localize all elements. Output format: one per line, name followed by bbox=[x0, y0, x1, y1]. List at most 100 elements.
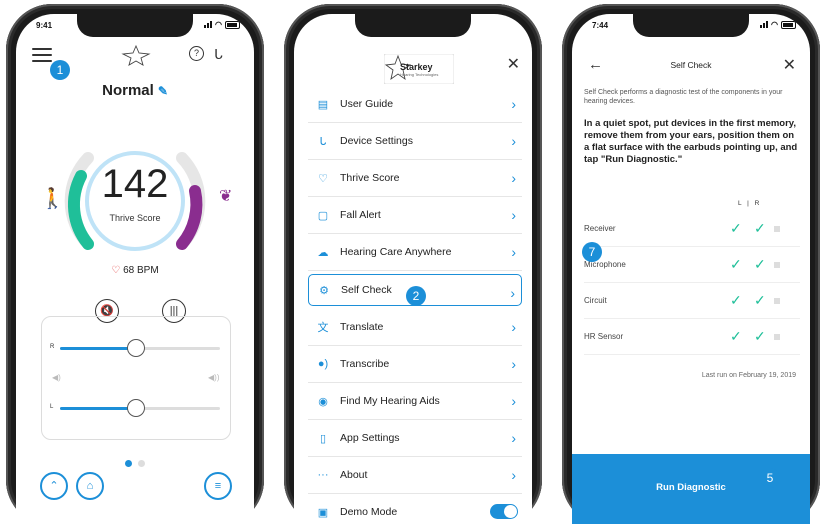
menu-item-app-settings[interactable]: ▯ App Settings › bbox=[308, 420, 522, 457]
battery-icon bbox=[225, 20, 240, 29]
menu-item-demo-mode[interactable]: ▣ Demo Mode bbox=[308, 494, 522, 526]
menu-item-label: Self Check bbox=[341, 284, 392, 296]
chevron-right-icon: › bbox=[511, 467, 516, 483]
chevron-right-icon: › bbox=[511, 207, 516, 223]
list-icon[interactable]: ≡ bbox=[204, 472, 232, 500]
page-title: Self Check bbox=[670, 60, 712, 70]
hearing-aid-icon[interactable]: ᒐ bbox=[214, 46, 223, 63]
menu-icon[interactable] bbox=[32, 48, 52, 62]
intro-text: Self Check performs a diagnostic test of… bbox=[584, 89, 783, 105]
battery-icon bbox=[781, 20, 796, 29]
phone-menu: Starkey Hearing Technologies ✕ ▤ User Gui… bbox=[284, 4, 542, 526]
menu-item-label: Hearing Care Anywhere bbox=[340, 246, 452, 258]
menu-item-device-settings[interactable]: ᒐ Device Settings › bbox=[308, 123, 522, 160]
menu-item-transcribe[interactable]: ●) Transcribe › bbox=[308, 346, 522, 383]
menu-item-about[interactable]: ··· About › bbox=[308, 457, 522, 494]
slider-right-thumb[interactable] bbox=[127, 339, 146, 357]
chevron-right-icon: › bbox=[511, 133, 516, 149]
wifi-icon: ◠ bbox=[771, 20, 778, 29]
notch bbox=[633, 14, 749, 37]
volume-high-icon: ◀)) bbox=[208, 373, 220, 382]
slider-right-label: R bbox=[50, 344, 55, 350]
menu-item-thrive-score[interactable]: ♡ Thrive Score › bbox=[308, 160, 522, 197]
slider-left-fill bbox=[60, 407, 136, 410]
heart-rate-icon: ♡ bbox=[111, 265, 121, 276]
demo-mode-toggle[interactable] bbox=[490, 504, 518, 519]
phone-self-check: 7:44 ◠ ← Self Check ✕ Self Check perform… bbox=[562, 4, 820, 526]
menu-item-label: Demo Mode bbox=[340, 506, 398, 518]
wifi-icon: ◠ bbox=[215, 20, 222, 29]
check-icon: ✓ bbox=[730, 292, 742, 308]
status-box bbox=[774, 298, 780, 304]
status-time: 9:41 bbox=[36, 21, 53, 30]
alert-icon: ▢ bbox=[317, 209, 329, 222]
menu-item-label: Thrive Score bbox=[340, 172, 400, 184]
row-name: Circuit bbox=[584, 296, 607, 305]
menu-item-translate[interactable]: 文 Translate › bbox=[308, 309, 522, 346]
status-box bbox=[774, 334, 780, 340]
menu-item-label: Find My Hearing Aids bbox=[340, 395, 440, 407]
column-header: L | R bbox=[738, 200, 762, 207]
check-icon: ✓ bbox=[754, 256, 766, 272]
last-run-text: Last run on February 19, 2019 bbox=[701, 372, 796, 379]
chevron-right-icon: › bbox=[511, 393, 516, 409]
home-icon[interactable]: ⌂ bbox=[76, 472, 104, 500]
slider-left-label: L bbox=[50, 404, 54, 410]
chevron-right-icon: › bbox=[511, 244, 516, 260]
hearing-aid-icon: ᒐ bbox=[319, 135, 327, 148]
heart-icon: ♡ bbox=[318, 172, 328, 185]
close-icon[interactable]: ✕ bbox=[783, 55, 796, 75]
phone-home: 9:41 ◠ ? ᒐ Normal ✎ 142 Thrive Score 🚶 ❦ … bbox=[6, 4, 264, 526]
volume-slider-right[interactable] bbox=[60, 339, 220, 357]
page-indicator bbox=[16, 454, 254, 472]
signal-icon bbox=[204, 21, 213, 28]
row-name: HR Sensor bbox=[584, 332, 624, 341]
menu-item-label: About bbox=[340, 469, 368, 481]
check-row: Circuit ✓ ✓ bbox=[584, 282, 800, 319]
check-icon: ✓ bbox=[754, 328, 766, 344]
chevron-right-icon: › bbox=[511, 319, 516, 335]
logo-text: Starkey bbox=[400, 62, 433, 72]
menu-item-label: Device Settings bbox=[340, 135, 413, 147]
menu-item-fall-alert[interactable]: ▢ Fall Alert › bbox=[308, 197, 522, 234]
menu-item-user-guide[interactable]: ▤ User Guide › bbox=[308, 86, 522, 123]
help-icon[interactable]: ? bbox=[189, 46, 204, 61]
chevron-right-icon: › bbox=[511, 430, 516, 446]
chevron-right-icon: › bbox=[511, 356, 516, 372]
check-row: Receiver ✓ ✓ bbox=[584, 210, 800, 247]
run-diagnostic-button[interactable]: Run Diagnostic bbox=[572, 454, 810, 524]
walk-icon: 🚶 bbox=[40, 188, 65, 210]
menu-item-find-my-hearing-aids[interactable]: ◉ Find My Hearing Aids › bbox=[308, 383, 522, 420]
memory-name: Normal bbox=[102, 82, 154, 99]
main-menu: ▤ User Guide › ᒐ Device Settings › ♡ Thrive S… bbox=[308, 86, 522, 526]
slider-left-thumb[interactable] bbox=[127, 399, 146, 417]
phone-icon: ▯ bbox=[319, 432, 327, 445]
notch bbox=[355, 14, 471, 37]
menu-item-label: User Guide bbox=[340, 98, 394, 110]
more-icon: ··· bbox=[317, 469, 329, 481]
menu-item-label: Translate bbox=[340, 321, 384, 333]
check-icon: ✓ bbox=[730, 220, 742, 236]
thrive-score-label: Thrive Score bbox=[109, 213, 161, 223]
demo-icon: ▣ bbox=[317, 506, 329, 519]
signal-icon bbox=[760, 21, 769, 28]
check-row: HR Sensor ✓ ✓ bbox=[584, 318, 800, 355]
close-icon[interactable]: ✕ bbox=[507, 54, 520, 74]
check-icon: ✓ bbox=[754, 292, 766, 308]
pencil-icon[interactable]: ✎ bbox=[158, 84, 168, 98]
menu-item-hearing-care-anywhere[interactable]: ☁ Hearing Care Anywhere › bbox=[308, 234, 522, 271]
volume-slider-left[interactable] bbox=[60, 399, 220, 417]
memory-title[interactable]: Normal ✎ bbox=[16, 82, 254, 99]
callout-1: 1 bbox=[50, 60, 70, 80]
brain-icon: ❦ bbox=[219, 188, 233, 205]
transcribe-icon: ●) bbox=[317, 358, 329, 370]
check-icon: ✓ bbox=[754, 220, 766, 236]
row-name: Receiver bbox=[584, 224, 616, 233]
callout-2: 2 bbox=[406, 286, 426, 306]
status-box bbox=[774, 262, 780, 268]
expand-icon[interactable]: ⌃ bbox=[40, 472, 68, 500]
instruction-text: In a quiet spot, put devices in the firs… bbox=[584, 118, 798, 165]
volume-low-icon: ◀) bbox=[52, 373, 61, 382]
logo-subtext: Hearing Technologies bbox=[400, 72, 439, 77]
heart-rate: ♡ 68 BPM bbox=[16, 265, 254, 276]
